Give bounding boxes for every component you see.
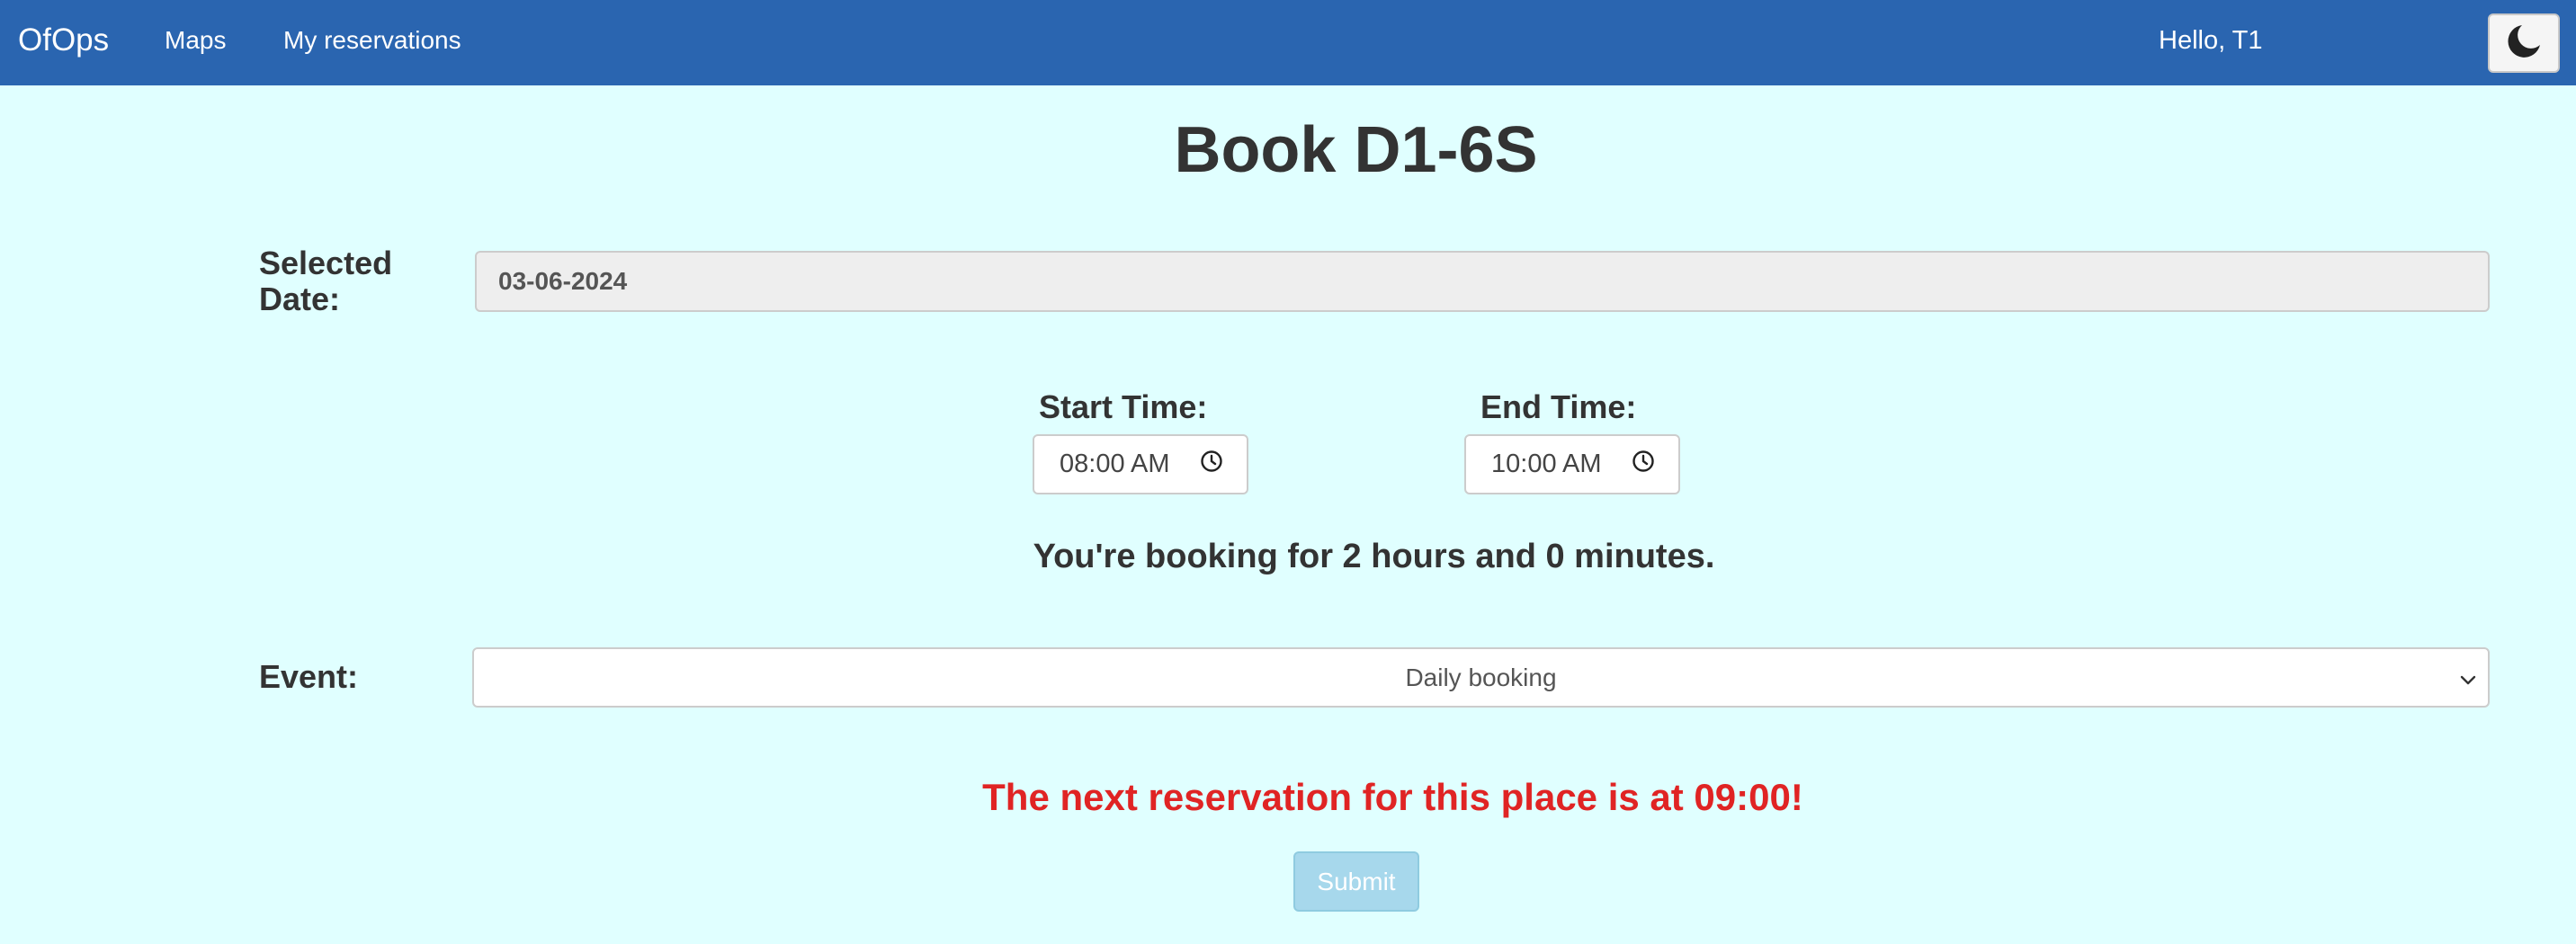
brand-logo[interactable]: OfOps: [18, 18, 109, 63]
page-title: Book D1-6S: [1174, 114, 1538, 186]
nav-link-maps[interactable]: Maps: [165, 22, 226, 58]
start-time-input[interactable]: 08:00 AM: [1033, 434, 1248, 494]
end-time-label: End Time:: [1480, 388, 1637, 425]
chevron-down-icon: [2457, 669, 2479, 698]
theme-toggle-button[interactable]: [2488, 13, 2560, 73]
clock-icon[interactable]: [1200, 450, 1223, 480]
end-time-input[interactable]: 10:00 AM: [1464, 434, 1680, 494]
user-greeting: Hello, T1: [2159, 26, 2263, 55]
next-reservation-warning: The next reservation for this place is a…: [982, 776, 1803, 818]
event-label: Event:: [259, 658, 359, 695]
top-navbar: OfOps Maps My reservations Hello, T1: [0, 0, 2576, 85]
selected-date-field: 03-06-2024: [475, 251, 2490, 312]
moon-icon: [2504, 22, 2544, 66]
start-time-label: Start Time:: [1039, 388, 1208, 425]
submit-button[interactable]: Submit: [1293, 851, 1419, 912]
event-select[interactable]: Daily booking: [472, 647, 2490, 708]
booking-duration-text: You're booking for 2 hours and 0 minutes…: [1033, 538, 1715, 575]
event-selected-value: Daily booking: [1405, 663, 1557, 691]
date-label: Selected Date:: [259, 245, 393, 317]
nav-link-my-reservations[interactable]: My reservations: [283, 22, 461, 58]
end-time-value: 10:00 AM: [1491, 450, 1602, 478]
start-time-value: 08:00 AM: [1060, 450, 1170, 478]
clock-icon[interactable]: [1632, 450, 1655, 480]
